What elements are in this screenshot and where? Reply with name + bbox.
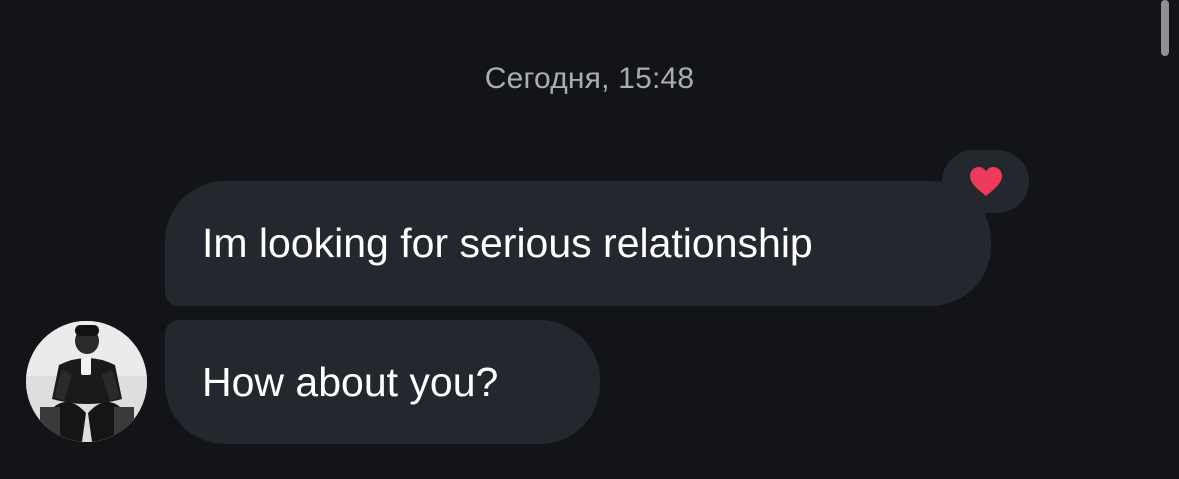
message-bubble[interactable]: Im looking for serious relationship: [165, 181, 991, 306]
message-bubble[interactable]: How about you?: [165, 320, 600, 444]
scrollbar[interactable]: [1161, 0, 1169, 56]
heart-icon: [969, 167, 1002, 196]
message-timestamp: Сегодня, 15:48: [484, 62, 695, 95]
avatar-photo: [26, 321, 147, 442]
message-text: Im looking for serious relationship: [202, 220, 813, 266]
message-text: How about you?: [202, 359, 499, 405]
chat-screen: { "chat": { "timestamp": "Сегодня, 15:48…: [0, 0, 1179, 479]
avatar[interactable]: [26, 321, 147, 442]
